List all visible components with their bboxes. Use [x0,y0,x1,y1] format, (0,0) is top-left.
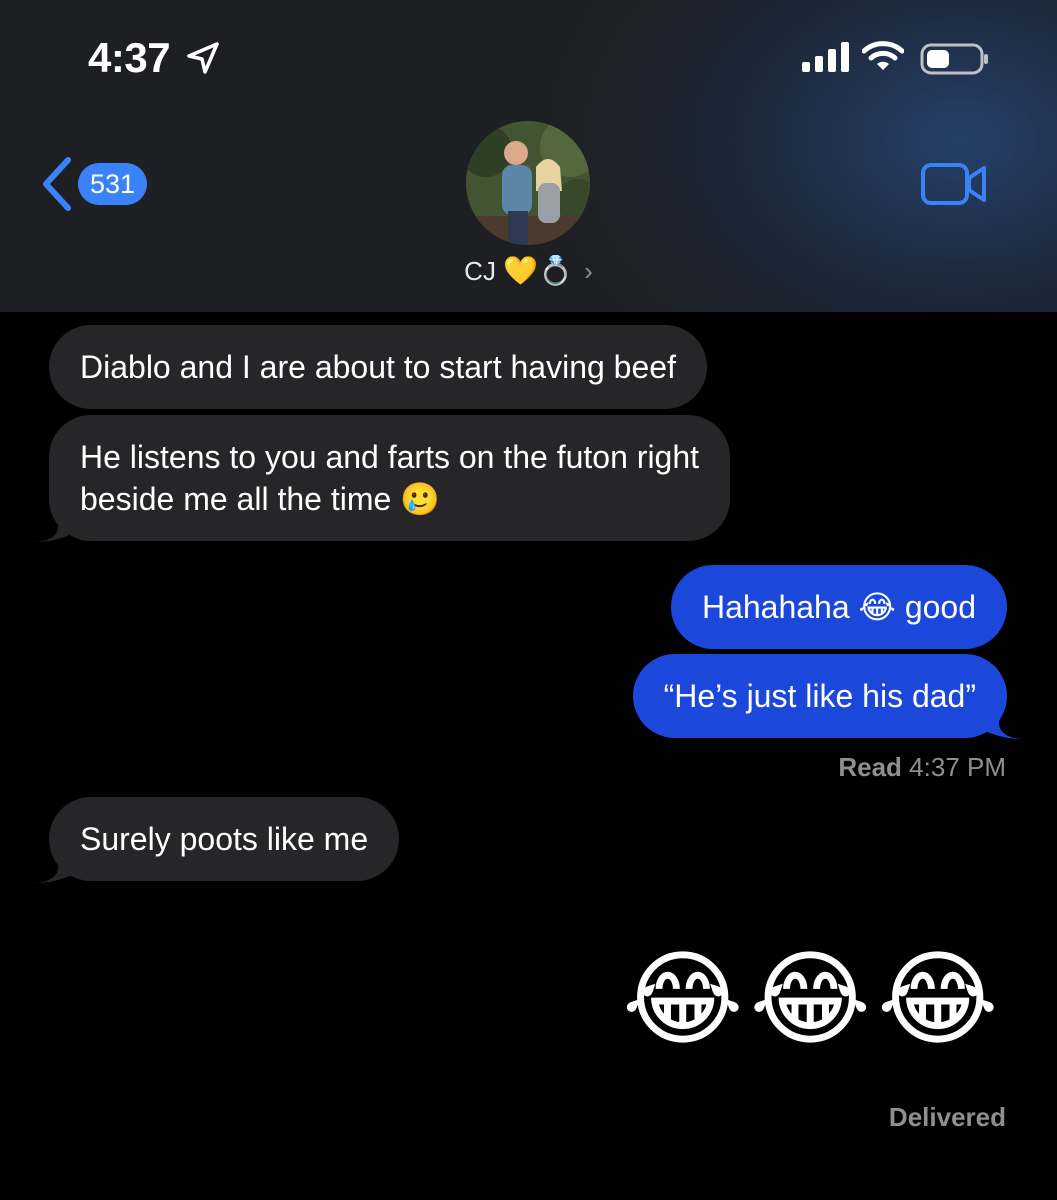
message-bubble-outgoing[interactable]: “He’s just like his dad” [632,654,1007,738]
read-receipt: Read 4:37 PM [838,752,1006,783]
contact-name-text: CJ [464,256,496,286]
avatar-photo [466,121,590,245]
read-label: Read [838,752,902,782]
conversation-header: 4:37 531 CJ 💛💍 › [0,0,1057,312]
message-bubble-incoming[interactable]: Surely poots like me [49,797,400,881]
delivered-receipt: Delivered [888,1102,1006,1132]
message-text: Surely poots like me [80,821,369,857]
battery-icon [920,43,988,75]
bubble-tail-outgoing [985,703,1021,739]
back-unread-badge[interactable]: 531 [78,163,148,205]
location-arrow-icon [187,42,219,74]
message-text-line: He listens to you and farts on the futon… [80,439,700,475]
message-text: Diablo and I are about to start having b… [80,349,676,385]
contact-name[interactable]: CJ 💛💍 › [0,254,1057,287]
video-call-icon[interactable] [920,162,988,206]
emoji-message[interactable]: 😂😂😂 [622,940,1005,1060]
cellular-signal-icon [802,42,849,72]
read-time: 4:37 PM [909,752,1006,782]
contact-avatar[interactable] [466,121,590,245]
wifi-icon [862,41,904,70]
back-chevron-icon[interactable] [38,156,74,212]
status-time: 4:37 [88,34,171,81]
contact-emoji: 💛💍 [503,255,573,286]
message-text-line: beside me all the time 🥲 [80,481,440,517]
message-bubble-incoming[interactable]: Diablo and I are about to start having b… [49,325,707,409]
message-text: “He’s just like his dad” [663,678,976,714]
message-text: Hahahaha 😂 good [701,589,976,625]
message-bubble-incoming[interactable]: He listens to you and farts on the futon… [49,415,731,541]
bubble-tail-incoming [36,847,72,883]
message-bubble-outgoing[interactable]: Hahahaha 😂 good [670,565,1007,649]
bubble-tail-incoming [36,506,72,542]
chevron-right-icon: › [584,256,593,286]
